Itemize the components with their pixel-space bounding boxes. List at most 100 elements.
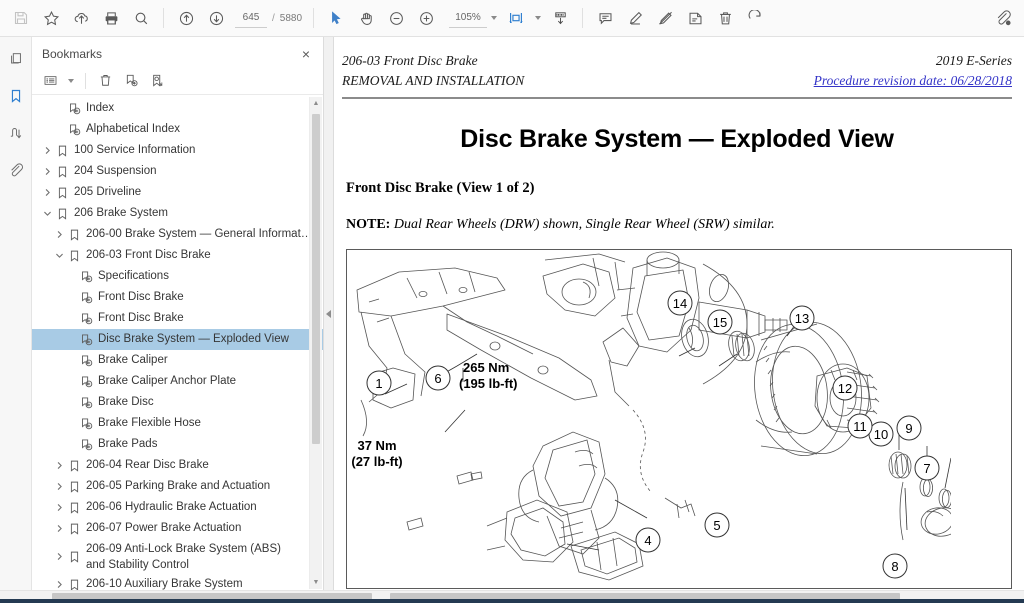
draw-button[interactable] (650, 4, 680, 32)
bookmark-item[interactable]: Brake Pads (32, 434, 323, 455)
torque-1-line1: 37 Nm (357, 438, 396, 453)
chevron-down-icon-bookmark-options[interactable] (64, 71, 78, 91)
bookmarks-toolbar (32, 67, 323, 95)
previous-page-button[interactable] (171, 4, 201, 32)
bookmarks-tree[interactable]: Index Alphabetical Index 100 Service Infor… (32, 95, 323, 590)
bookmark-item[interactable]: 206-00 Brake System — General Informatio… (32, 224, 323, 245)
new-bookmark-button[interactable] (119, 70, 143, 92)
scroll-up-arrow[interactable]: ▲ (310, 97, 322, 110)
bookmarks-panel-header: Bookmarks × (32, 41, 323, 67)
zoom-out-button[interactable] (381, 4, 411, 32)
zoom-in-button[interactable] (411, 4, 441, 32)
attachment-cloud-button[interactable] (988, 4, 1018, 32)
bookmark-item[interactable]: 206-10 Auxiliary Brake System (32, 574, 323, 590)
highlight-pen-button[interactable] (620, 4, 650, 32)
rotate-button[interactable] (740, 4, 770, 32)
chevron-right-icon[interactable] (52, 546, 66, 567)
svg-text:8: 8 (891, 559, 898, 574)
bookmark-item[interactable]: Brake Disc (32, 392, 323, 413)
page-header-right: 2019 E-Series Procedure revision date: 0… (814, 51, 1012, 90)
bookmark-item-label: 206-10 Auxiliary Brake System (86, 578, 243, 590)
sidebar-item-bookmarks[interactable] (3, 84, 29, 108)
bookmark-item[interactable]: 206-03 Front Disc Brake (32, 245, 323, 266)
panel-collapse-handle[interactable] (324, 37, 334, 590)
bookmark-item[interactable]: Alphabetical Index (32, 119, 323, 140)
pan-hand-button[interactable] (351, 4, 381, 32)
chevron-right-icon[interactable] (40, 161, 54, 182)
scrollbar-thumb[interactable] (312, 114, 320, 444)
upload-cloud-button[interactable] (66, 4, 96, 32)
bookmark-item[interactable]: 205 Driveline (32, 182, 323, 203)
chevron-right-icon[interactable] (52, 497, 66, 518)
bookmark-item[interactable]: 206-09 Anti-Lock Brake System (ABS) and … (32, 539, 323, 574)
link-bookmark-icon (78, 287, 95, 308)
stamp-button[interactable] (680, 4, 710, 32)
bookmark-item[interactable]: 206-06 Hydraulic Brake Actuation (32, 497, 323, 518)
bookmark-current-page-button[interactable] (145, 70, 169, 92)
vehicle-model: 2019 E-Series (935, 53, 1012, 68)
bookmark-item[interactable]: 204 Suspension (32, 161, 323, 182)
page-number-input[interactable] (235, 8, 267, 28)
scroll-down-arrow[interactable]: ▼ (310, 576, 322, 589)
sidebar-item-attachments[interactable] (3, 158, 29, 182)
bookmark-item-label: Front Disc Brake (98, 291, 184, 303)
zoom-level-input[interactable] (449, 8, 488, 28)
bookmark-item[interactable]: Brake Caliper (32, 350, 323, 371)
bookmark-item[interactable]: 206-05 Parking Brake and Actuation (32, 476, 323, 497)
print-button[interactable] (96, 4, 126, 32)
select-tool-button[interactable] (321, 4, 351, 32)
bookmark-icon (66, 574, 83, 590)
chevron-down-icon-zoom[interactable] (487, 8, 501, 28)
bookmark-options-button[interactable] (38, 70, 62, 92)
next-page-button[interactable] (201, 4, 231, 32)
chevron-down-icon[interactable] (52, 245, 66, 266)
bookmark-item[interactable]: 206-04 Rear Disc Brake (32, 455, 323, 476)
bookmark-item[interactable]: Specifications (32, 266, 323, 287)
sidebar-item-signatures[interactable] (3, 121, 29, 145)
bookmark-item[interactable]: Front Disc Brake (32, 308, 323, 329)
bookmark-item-label: 206-04 Rear Disc Brake (86, 459, 209, 471)
status-bar (0, 599, 1024, 603)
sidebar-item-thumbnails[interactable] (3, 47, 29, 71)
bookmark-item[interactable]: 100 Service Information (32, 140, 323, 161)
chevron-right-icon[interactable] (40, 140, 54, 161)
delete-button[interactable] (710, 4, 740, 32)
bookmark-item[interactable]: Disc Brake System — Exploded View (32, 329, 323, 350)
bookmark-icon (66, 546, 83, 567)
bookmark-item[interactable]: 206 Brake System (32, 203, 323, 224)
chevron-right-icon[interactable] (52, 224, 66, 245)
bookmark-item-label: 206-05 Parking Brake and Actuation (86, 480, 271, 492)
close-icon[interactable]: × (297, 45, 315, 63)
bookmark-item[interactable]: Index (32, 98, 323, 119)
exploded-view-figure: 1 4 5 6 7 8 9 10 11 12 13 14 15 37 Nm (2… (346, 249, 1012, 590)
chevron-down-icon[interactable] (40, 203, 54, 224)
bookmark-item[interactable]: Brake Flexible Hose (32, 413, 323, 434)
fit-width-button[interactable] (501, 4, 531, 32)
scroll-mode-button[interactable] (545, 4, 575, 32)
chevron-right-icon[interactable] (52, 518, 66, 539)
chevron-right-icon[interactable] (52, 476, 66, 497)
chevron-right-icon[interactable] (52, 574, 66, 590)
save-button[interactable] (6, 4, 36, 32)
page-header-left: 206-03 Front Disc Brake REMOVAL AND INST… (342, 51, 524, 90)
revision-date-link[interactable]: Procedure revision date: 06/28/2018 (814, 71, 1012, 91)
bookmark-item[interactable]: 206-07 Power Brake Actuation (32, 518, 323, 539)
comment-button[interactable] (590, 4, 620, 32)
bookmark-icon (66, 455, 83, 476)
bookmarks-vertical-scrollbar[interactable]: ▲ ▼ (309, 97, 322, 589)
chevron-right-icon[interactable] (52, 455, 66, 476)
bookmark-item[interactable]: Brake Caliper Anchor Plate (32, 371, 323, 392)
bookmark-item-label: 206-03 Front Disc Brake (86, 249, 211, 261)
svg-text:13: 13 (795, 311, 809, 326)
link-bookmark-icon (78, 329, 95, 350)
favorite-star-button[interactable] (36, 4, 66, 32)
chevron-down-icon-fit[interactable] (531, 8, 545, 28)
search-icon[interactable] (126, 4, 156, 32)
document-viewer[interactable]: 206-03 Front Disc Brake REMOVAL AND INST… (334, 37, 1024, 590)
left-icon-rail (0, 37, 32, 590)
delete-bookmark-button[interactable] (93, 70, 117, 92)
bookmark-item[interactable]: Front Disc Brake (32, 287, 323, 308)
chevron-right-icon[interactable] (40, 182, 54, 203)
